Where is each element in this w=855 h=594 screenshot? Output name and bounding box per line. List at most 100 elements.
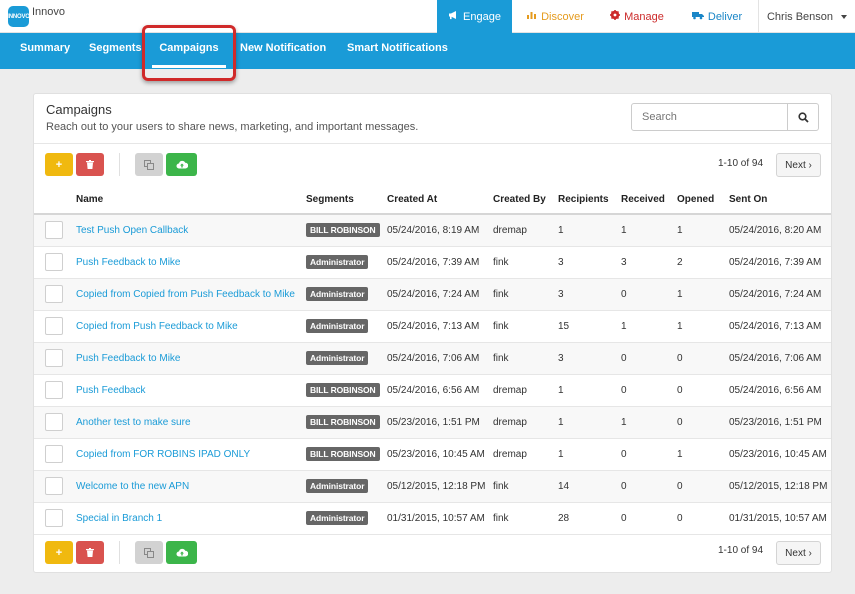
segment-badge: BILL ROBINSON — [306, 223, 380, 238]
campaign-name-link[interactable]: Push Feedback to Mike — [76, 353, 181, 364]
campaign-name-link[interactable]: Copied from FOR ROBINS IPAD ONLY — [76, 449, 250, 460]
table-row[interactable]: Push Feedback to Mike Administrator 05/24/… — [34, 342, 831, 375]
table-row[interactable]: Push Feedback to Mike Administrator 05/24/… — [34, 246, 831, 279]
cell-sent-on-value: 05/23/2016, 10:45 AM — [729, 448, 827, 460]
row-checkbox[interactable] — [45, 445, 63, 463]
cell-received-value: 0 — [621, 512, 627, 524]
nav-manage[interactable]: Manage — [598, 0, 676, 33]
column-name[interactable]: Name — [76, 185, 306, 215]
add-campaign-button-bottom[interactable]: + — [45, 541, 73, 564]
table-row[interactable]: Push Feedback BILL ROBINSON 05/24/2016, 6:… — [34, 374, 831, 407]
campaign-name-link[interactable]: Push Feedback to Mike — [76, 257, 181, 268]
row-checkbox[interactable] — [45, 381, 63, 399]
cell-name: Copied from Copied from Push Feedback to… — [76, 278, 306, 311]
cell-sent-on-value: 05/24/2016, 7:39 AM — [729, 256, 822, 268]
cell-name: Push Feedback to Mike — [76, 342, 306, 375]
cell-recipients: 15 — [558, 310, 621, 343]
cell-created-at: 05/24/2016, 7:39 AM — [387, 246, 493, 279]
pagination-count: 1-10 of 94 — [718, 158, 764, 169]
column-opened[interactable]: Opened — [677, 185, 729, 215]
cell-name: Copied from Push Feedback to Mike — [76, 310, 306, 343]
cell-sent-on: 05/24/2016, 6:56 AM — [729, 374, 831, 407]
cell-sent-on-value: 05/24/2016, 7:06 AM — [729, 352, 822, 364]
copy-button-bottom[interactable] — [135, 541, 163, 564]
cell-recipients: 3 — [558, 342, 621, 375]
cell-recipients-value: 28 — [558, 512, 570, 524]
cell-sent-on-value: 05/24/2016, 6:56 AM — [729, 384, 822, 396]
copy-icon — [144, 159, 154, 170]
copy-button[interactable] — [135, 153, 163, 176]
table-row[interactable]: Another test to make sure BILL ROBINSON 05… — [34, 406, 831, 439]
table-row[interactable]: Special in Branch 1 Administrator 01/31/20… — [34, 502, 831, 535]
column-received[interactable]: Received — [621, 185, 677, 215]
cell-recipients-value: 14 — [558, 480, 570, 492]
delete-button[interactable] — [76, 153, 104, 176]
cell-segment: Administrator — [306, 342, 387, 375]
cell-created-by: dremap — [493, 214, 558, 247]
segment-badge: Administrator — [306, 255, 369, 269]
cell-sent-on-value: 01/31/2015, 10:57 AM — [729, 512, 827, 524]
campaign-name-link[interactable]: Copied from Push Feedback to Mike — [76, 321, 238, 332]
column-created-at[interactable]: Created At — [387, 185, 493, 215]
next-page-button[interactable]: Next › — [776, 153, 821, 177]
cell-name: Push Feedback — [76, 374, 306, 407]
tab-segments[interactable]: Segments — [89, 33, 142, 69]
column-sent-on[interactable]: Sent On — [729, 185, 831, 215]
nav-engage[interactable]: Engage — [437, 0, 512, 33]
cell-recipients: 1 — [558, 438, 621, 471]
nav-deliver[interactable]: Deliver — [676, 0, 758, 33]
row-checkbox[interactable] — [45, 349, 63, 367]
cell-opened-value: 0 — [677, 352, 683, 364]
campaign-name-link[interactable]: Welcome to the new APN — [76, 481, 189, 492]
cell-recipients-value: 3 — [558, 256, 564, 268]
table-row[interactable]: Copied from Push Feedback to Mike Adminis… — [34, 310, 831, 343]
campaign-name-link[interactable]: Special in Branch 1 — [76, 513, 162, 524]
user-menu[interactable]: Chris Benson — [758, 0, 855, 33]
table-row[interactable]: Copied from Copied from Push Feedback to… — [34, 278, 831, 311]
tab-summary[interactable]: Summary — [20, 33, 70, 69]
row-checkbox[interactable] — [45, 413, 63, 431]
campaign-name-link[interactable]: Another test to make sure — [76, 417, 191, 428]
cell-sent-on: 01/31/2015, 10:57 AM — [729, 502, 831, 535]
table-row[interactable]: Test Push Open Callback BILL ROBINSON 05/2… — [34, 214, 831, 247]
row-checkbox[interactable] — [45, 285, 63, 303]
search-input[interactable] — [632, 104, 787, 130]
search-button[interactable] — [787, 104, 818, 130]
column-created-by[interactable]: Created By — [493, 185, 558, 215]
upload-button-bottom[interactable] — [166, 541, 197, 564]
cell-recipients: 1 — [558, 406, 621, 439]
cell-sent-on: 05/24/2016, 8:20 AM — [729, 214, 831, 247]
next-page-button-bottom[interactable]: Next › — [776, 541, 821, 565]
column-segments[interactable]: Segments — [306, 185, 387, 215]
cell-created-by-value: fink — [493, 480, 509, 492]
cell-created-by-value: fink — [493, 256, 509, 268]
tab-new-notification[interactable]: New Notification — [240, 33, 326, 69]
cell-created-at-value: 01/31/2015, 10:57 AM — [387, 512, 485, 524]
cell-created-at-value: 05/24/2016, 7:13 AM — [387, 320, 480, 332]
cell-received-value: 0 — [621, 352, 627, 364]
table-row[interactable]: Copied from FOR ROBINS IPAD ONLY BILL ROB… — [34, 438, 831, 471]
nav-discover[interactable]: Discover — [512, 0, 598, 33]
delete-button-bottom[interactable] — [76, 541, 104, 564]
cell-received: 0 — [621, 342, 677, 375]
cell-segment: Administrator — [306, 470, 387, 503]
campaign-name-link[interactable]: Test Push Open Callback — [76, 225, 188, 236]
row-checkbox[interactable] — [45, 509, 63, 527]
user-name: Chris Benson — [766, 10, 834, 23]
add-campaign-button[interactable]: + — [45, 153, 73, 176]
upload-button[interactable] — [166, 153, 197, 176]
column-recipients[interactable]: Recipients — [558, 185, 621, 215]
row-checkbox[interactable] — [45, 317, 63, 335]
tab-smart-notifications[interactable]: Smart Notifications — [347, 33, 448, 69]
row-checkbox[interactable] — [45, 477, 63, 495]
app-logo[interactable]: INNOVO Innovo — [7, 6, 65, 27]
cell-received: 1 — [621, 310, 677, 343]
cell-segment: BILL ROBINSON — [306, 374, 387, 407]
campaign-name-link[interactable]: Push Feedback — [76, 385, 146, 396]
row-checkbox[interactable] — [45, 221, 63, 240]
campaign-name-link[interactable]: Copied from Copied from Push Feedback to… — [76, 289, 295, 300]
row-checkbox[interactable] — [45, 253, 63, 271]
table-row[interactable]: Welcome to the new APN Administrator 05/12… — [34, 470, 831, 503]
cell-received-value: 0 — [621, 384, 627, 396]
callout-highlight — [142, 25, 236, 81]
